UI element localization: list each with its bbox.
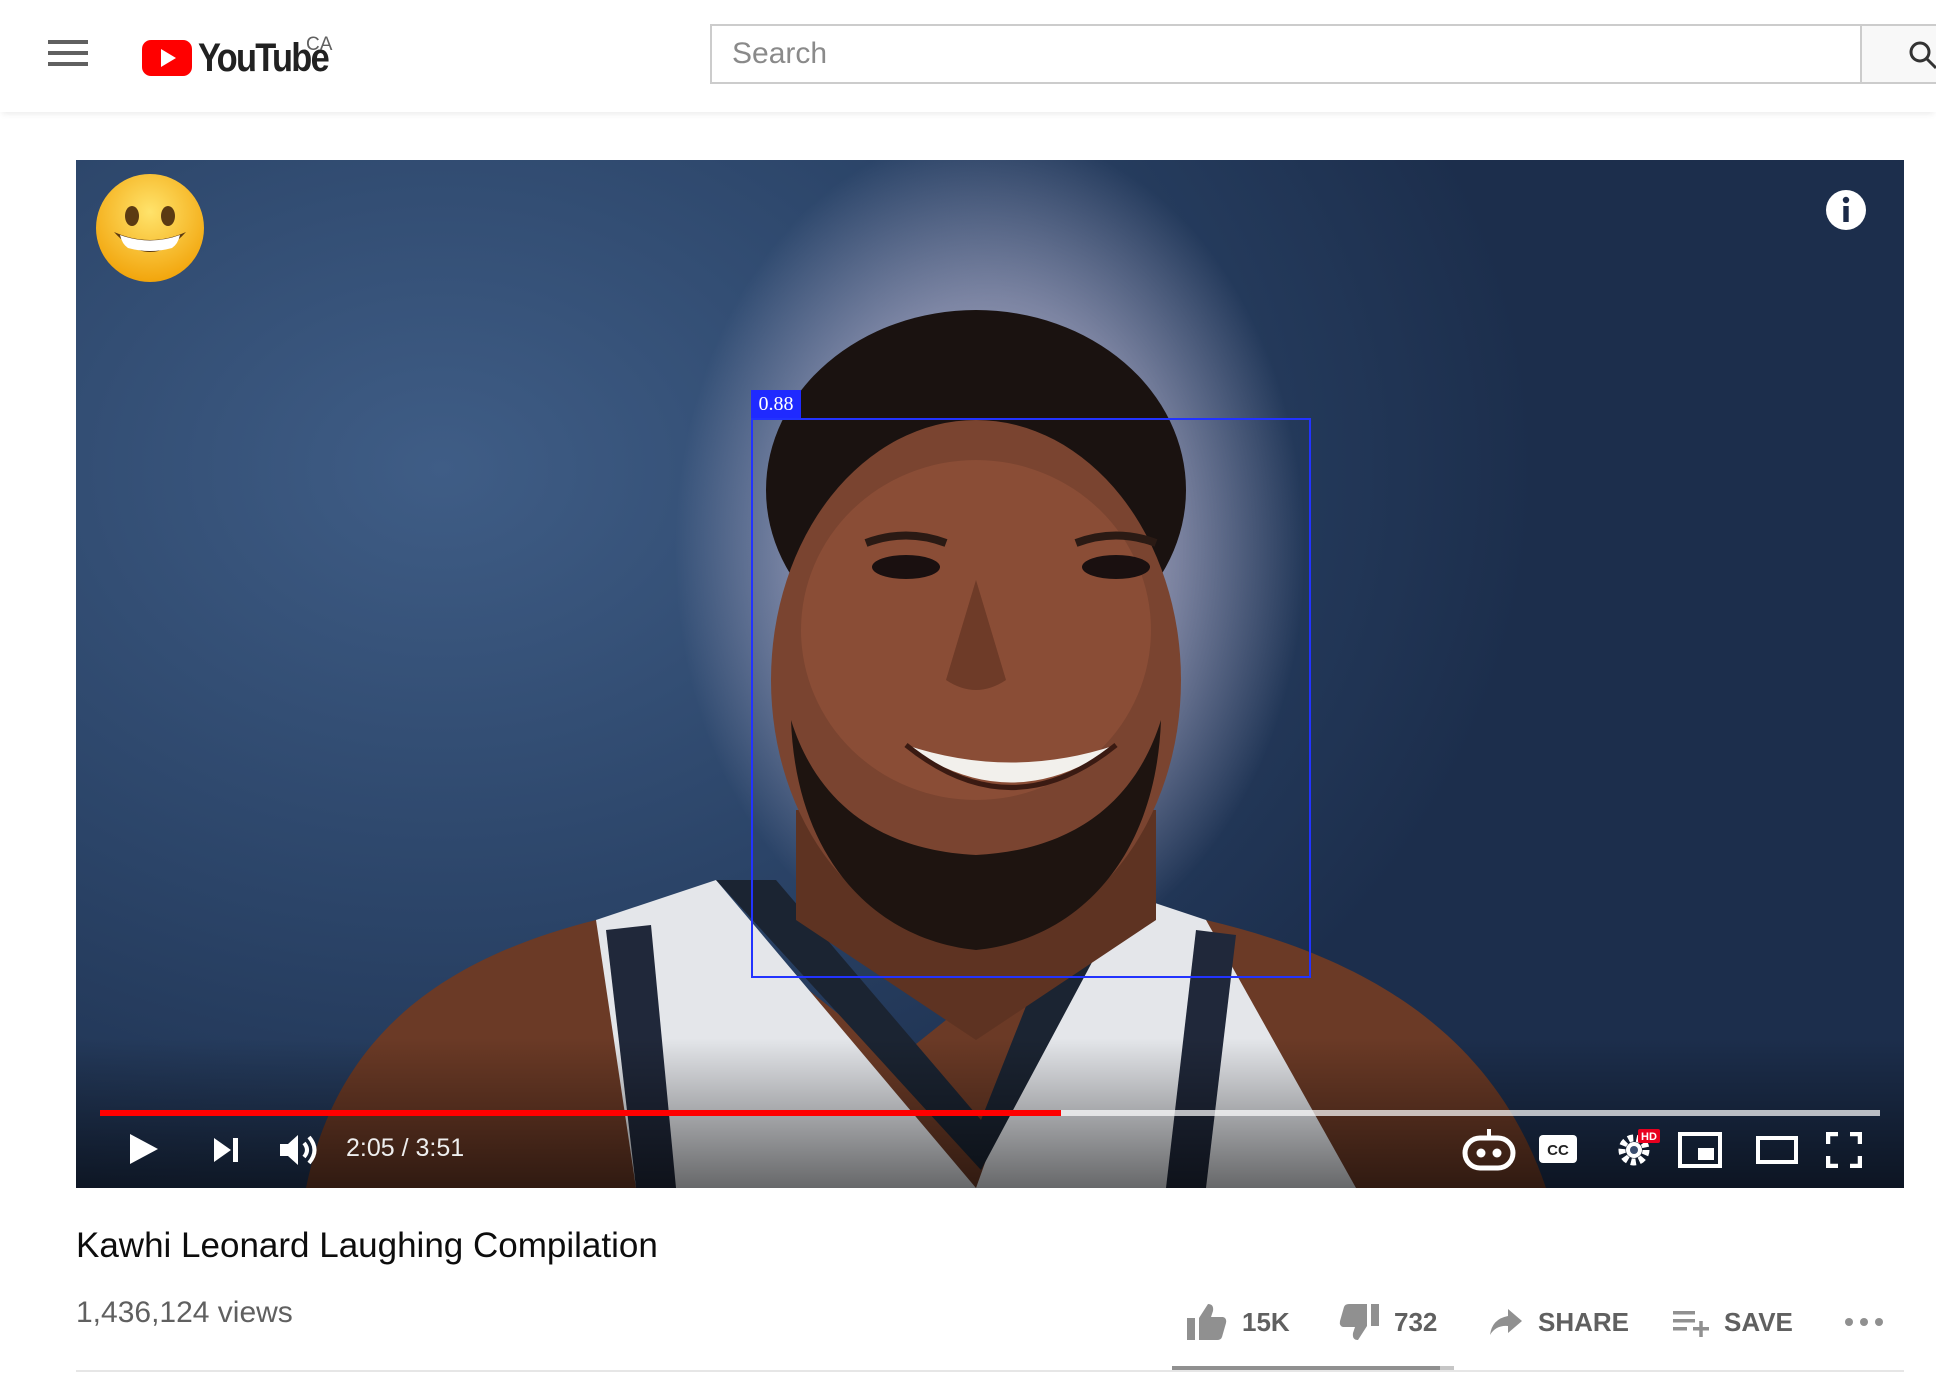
svg-text:CC: CC	[1547, 1142, 1569, 1159]
save-button[interactable]: SAVE	[1672, 1300, 1793, 1344]
grinning-face-emoji-icon	[96, 174, 204, 282]
cc-icon[interactable]: CC	[1538, 1134, 1578, 1164]
like-count: 15K	[1242, 1306, 1290, 1337]
more-horizontal-icon	[1845, 1318, 1883, 1326]
search-icon	[1909, 41, 1936, 70]
share-arrow-icon	[1490, 1309, 1522, 1335]
search-button[interactable]	[1860, 24, 1936, 84]
video-player[interactable]: 0.88 2:05 / 3:51 CC HD	[76, 160, 1904, 1188]
fullscreen-icon[interactable]	[1826, 1132, 1862, 1168]
search-input[interactable]	[712, 26, 1860, 82]
current-time: 2:05	[346, 1134, 395, 1162]
dislike-count: 732	[1394, 1306, 1438, 1337]
hamburger-icon	[48, 40, 88, 44]
time-display: 2:05 / 3:51	[346, 1134, 465, 1162]
video-title: Kawhi Leonard Laughing Compilation	[76, 1226, 658, 1265]
like-button[interactable]: 15K	[1186, 1300, 1290, 1344]
view-count: 1,436,124 views	[76, 1296, 293, 1329]
guide-menu-button[interactable]	[48, 40, 88, 72]
gear-hd-icon[interactable]: HD	[1612, 1126, 1662, 1170]
playlist-add-icon	[1673, 1311, 1709, 1337]
masthead: YouTube CA	[0, 0, 1936, 112]
save-label: SAVE	[1724, 1306, 1793, 1337]
thumbs-down-icon	[1339, 1304, 1379, 1340]
youtube-play-logo-icon	[142, 40, 192, 76]
share-button[interactable]: SHARE	[1488, 1300, 1629, 1344]
svg-text:HD: HD	[1641, 1131, 1657, 1143]
progress-bar[interactable]	[100, 1110, 1880, 1116]
more-actions-button[interactable]	[1844, 1300, 1884, 1344]
divider	[76, 1370, 1904, 1372]
face-detection-box	[751, 418, 1311, 978]
progress-played	[100, 1110, 1062, 1116]
detection-confidence-label: 0.88	[751, 390, 801, 418]
total-duration: 3:51	[415, 1134, 465, 1162]
info-icon[interactable]	[1824, 188, 1868, 232]
play-icon[interactable]	[128, 1132, 160, 1166]
country-code: CA	[306, 34, 333, 55]
miniplayer-icon[interactable]	[1678, 1132, 1722, 1168]
thumbs-up-icon	[1187, 1304, 1227, 1340]
next-icon[interactable]	[212, 1136, 240, 1164]
search-box	[710, 24, 1860, 84]
theater-icon[interactable]	[1756, 1136, 1798, 1164]
autoplay-robot-icon[interactable]	[1462, 1126, 1516, 1172]
volume-icon[interactable]	[278, 1132, 322, 1168]
dislike-button[interactable]: 732	[1338, 1300, 1437, 1344]
share-label: SHARE	[1538, 1306, 1630, 1337]
